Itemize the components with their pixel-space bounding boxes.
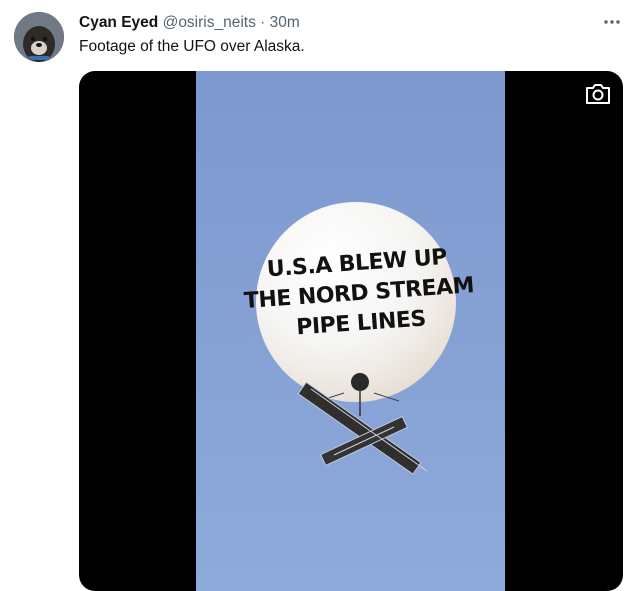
author-handle[interactable]: @osiris_neits — [163, 14, 256, 31]
author-name[interactable]: Cyan Eyed — [79, 14, 158, 31]
camera-button[interactable] — [583, 81, 613, 107]
avatar[interactable] — [14, 12, 64, 62]
more-options-button[interactable] — [600, 10, 624, 34]
tweet-media[interactable]: U.S.A BLEW UP THE NORD STREAM PIPE LINES — [79, 71, 623, 591]
video-caption-overlay: U.S.A BLEW UP THE NORD STREAM PIPE LINES — [236, 241, 482, 348]
more-horizontal-icon — [604, 20, 620, 24]
tweet-header: Cyan Eyed @osiris_neits · 30m — [79, 13, 300, 33]
dog-avatar-image — [14, 12, 64, 62]
timestamp[interactable]: 30m — [270, 14, 300, 31]
separator: · — [255, 14, 270, 31]
camera-icon — [586, 84, 610, 104]
tweet-text: Footage of the UFO over Alaska. — [79, 38, 305, 55]
